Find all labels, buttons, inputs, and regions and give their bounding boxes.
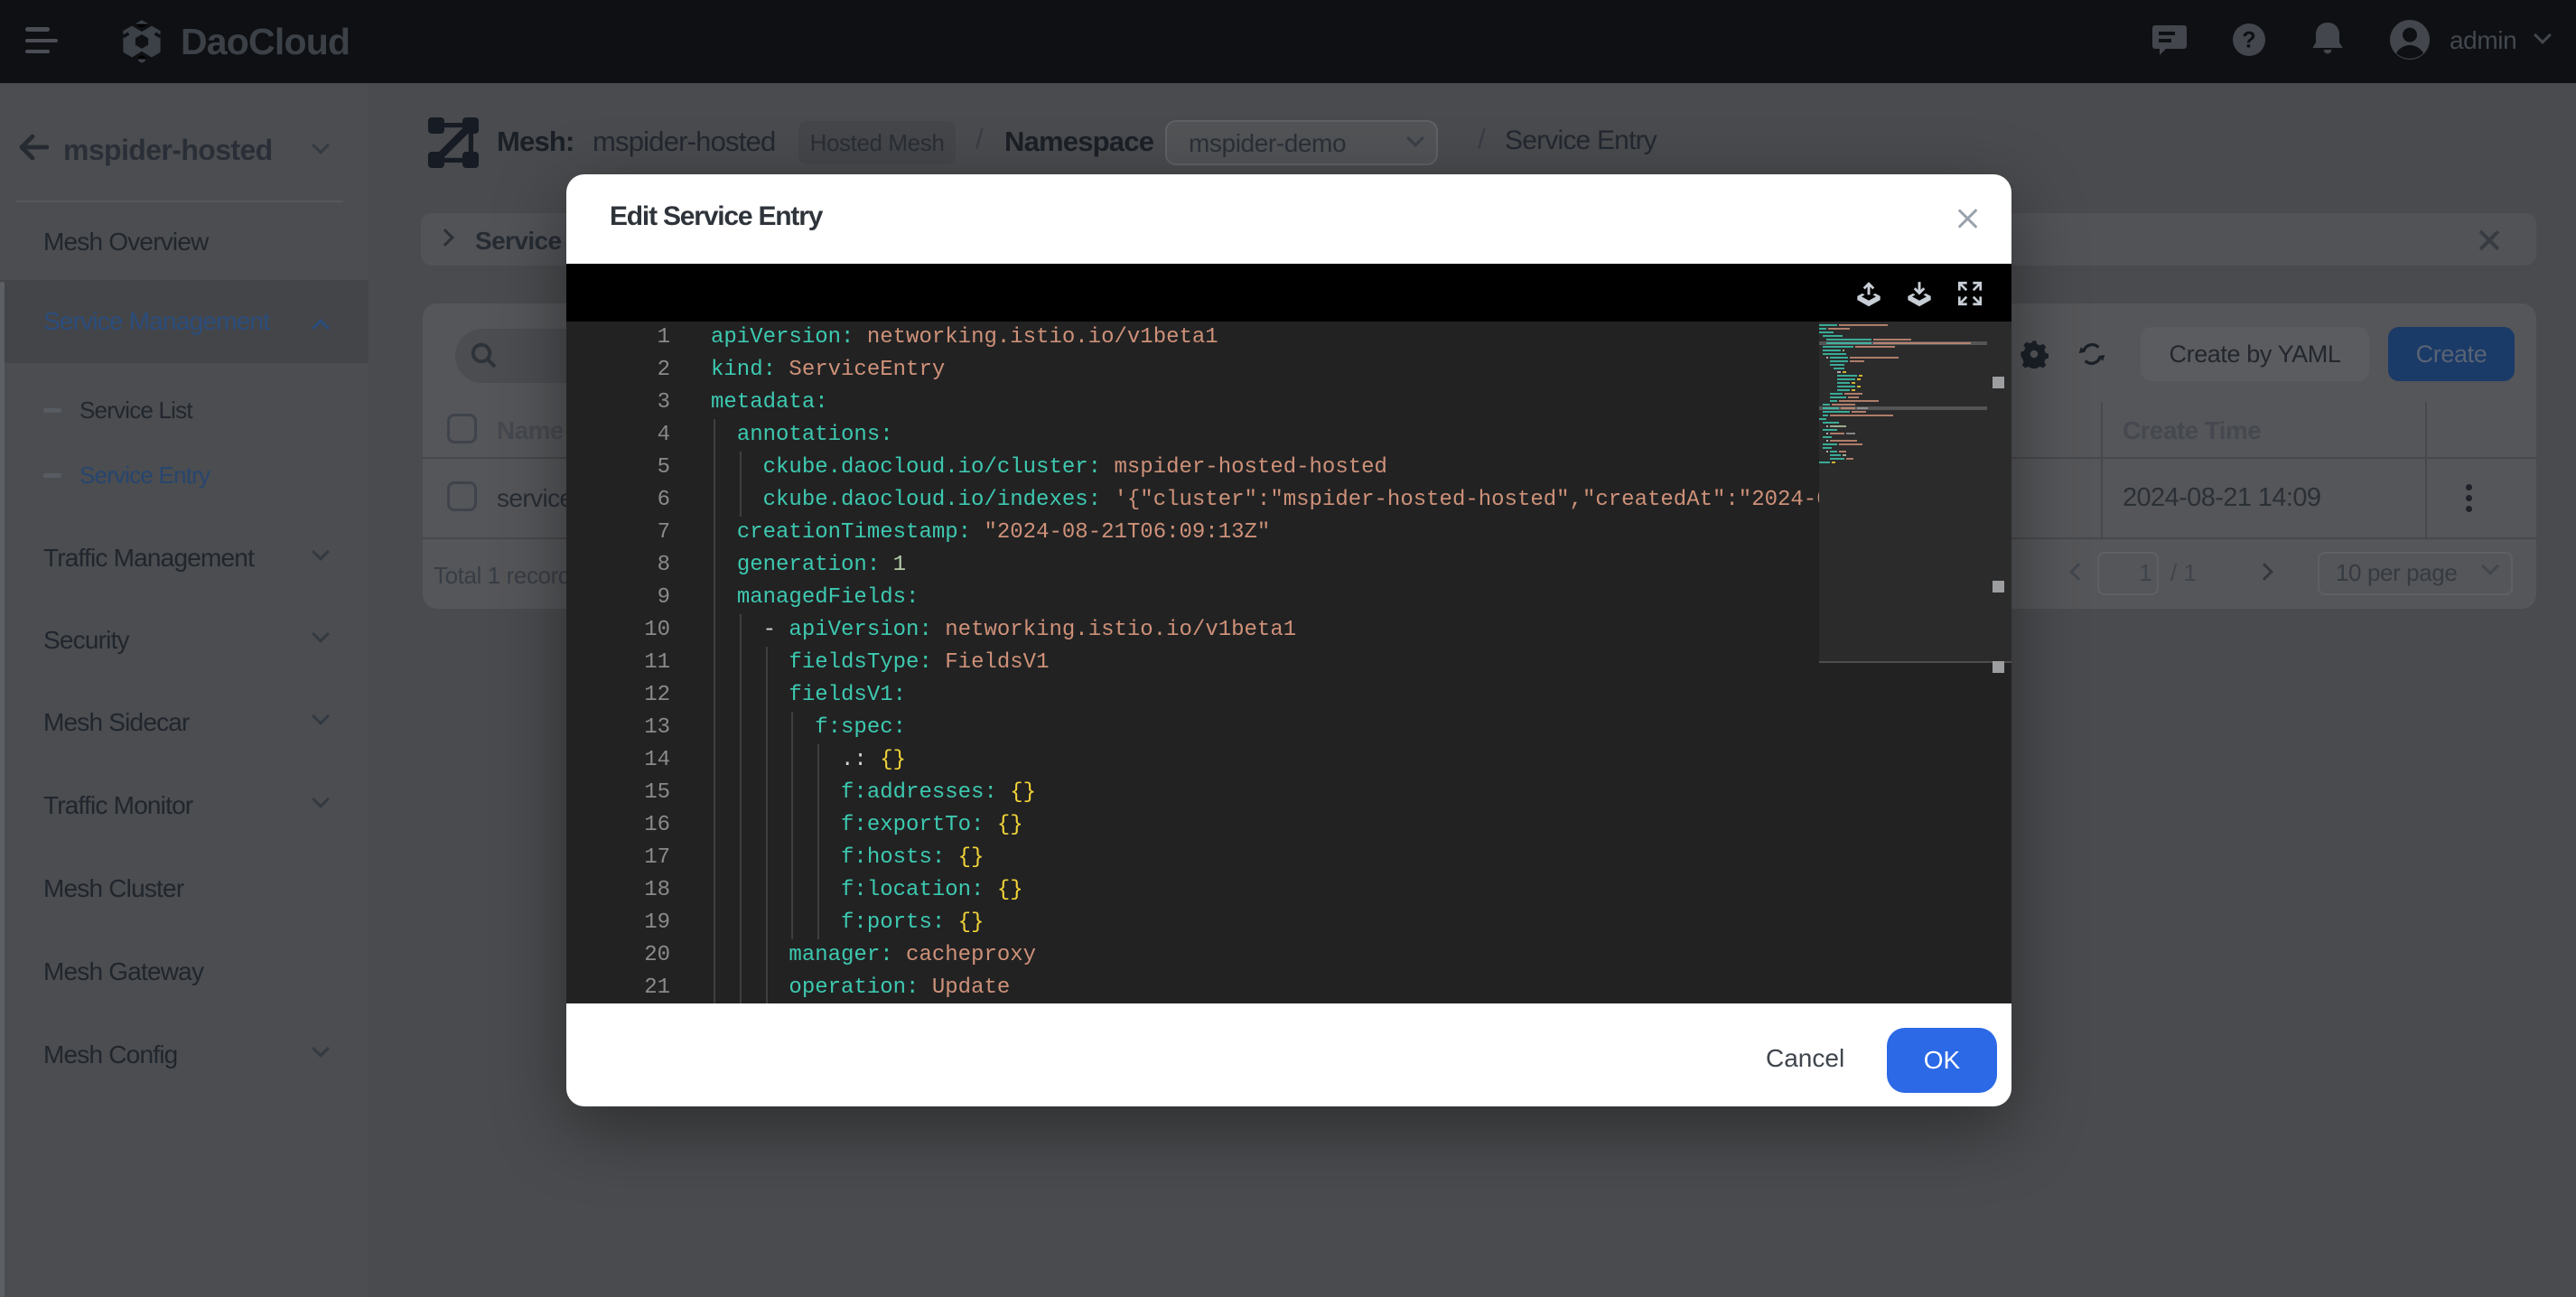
svg-text:?: ?: [2242, 27, 2255, 52]
